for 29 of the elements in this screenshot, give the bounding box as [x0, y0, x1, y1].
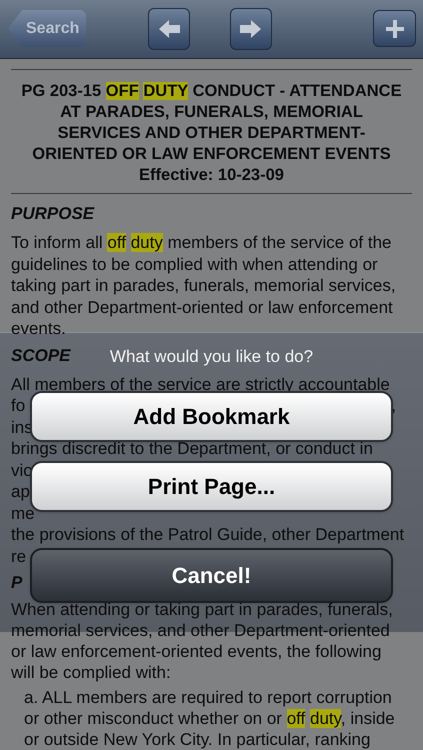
body-text: taking part in parades, funerals, memorial services, [11, 275, 396, 296]
section-heading: SCOPE [11, 344, 71, 366]
document-title: PG 203-15 OFF DUTY CONDUCT - ATTENDANCE [20, 81, 403, 102]
forward-button[interactable] [230, 8, 272, 50]
section-heading: P [11, 572, 22, 594]
body-text: the provisions of the Patrol Guide, other Department [11, 524, 404, 546]
body-text: memorial services, and other Department-oriented [11, 620, 390, 641]
section-heading: PURPOSE [11, 203, 94, 225]
body-text: events. [11, 318, 66, 340]
body-text: re [11, 546, 26, 567]
body-text: and other Department-oriented or law enforcement [11, 296, 393, 318]
back-button[interactable] [148, 8, 190, 50]
body-text: ap [11, 481, 30, 502]
document-title: SERVICES AND OTHER DEPARTMENT- [56, 123, 366, 144]
document-title: Effective: 10-23-09 [138, 165, 285, 186]
body-text: or outside New York City. In particular, ranking [24, 729, 370, 750]
document-title: ORIENTED OR LAW ENFORCEMENT EVENTS [31, 144, 392, 165]
sheet-title: What would you like to do? [110, 347, 314, 367]
body-text: , [391, 395, 397, 416]
body-text: will be complied with: [11, 662, 171, 683]
add-button[interactable] [373, 10, 416, 47]
cancel-button[interactable]: Cancel! [30, 548, 393, 603]
body-text: guidelines to be complied with when attending or [11, 254, 378, 275]
body-text: To inform all off duty members of the service of the [11, 232, 392, 254]
body-text: fo [11, 395, 26, 416]
body-text: or law enforcement-oriented events, the following [11, 641, 382, 662]
document-title: AT PARADES, FUNERALS, MEMORIAL [59, 102, 364, 123]
action-button[interactable]: Add Bookmark [30, 391, 393, 442]
body-text: a. ALL members are required to report corruption [24, 687, 392, 708]
